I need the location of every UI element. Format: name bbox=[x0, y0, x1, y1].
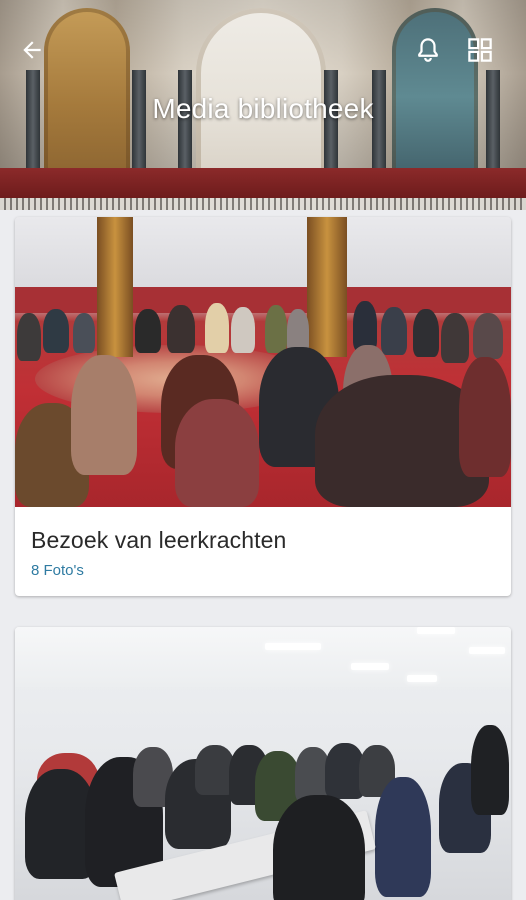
arrow-back-icon bbox=[23, 41, 41, 59]
album-card[interactable]: Bezoek van leerkrachten 8 Foto's bbox=[15, 217, 511, 596]
album-photo-count[interactable]: 8 Foto's bbox=[31, 562, 495, 579]
bell-icon bbox=[418, 38, 438, 62]
grid-view-icon bbox=[468, 38, 492, 62]
photo-mosque-hall bbox=[15, 217, 511, 507]
back-button[interactable] bbox=[14, 32, 50, 68]
notifications-button[interactable] bbox=[410, 32, 446, 68]
photo-dining-hall bbox=[15, 627, 511, 900]
header-carpet-decoration bbox=[0, 168, 526, 198]
header-banner: Media bibliotheek bbox=[0, 0, 526, 210]
album-title: Bezoek van leerkrachten bbox=[31, 527, 287, 553]
album-info: Bezoek van leerkrachten 8 Foto's bbox=[15, 507, 511, 579]
grid-view-button[interactable] bbox=[462, 32, 498, 68]
album-card[interactable] bbox=[15, 627, 511, 900]
album-cover-photo[interactable] bbox=[15, 217, 511, 507]
header-trim-decoration bbox=[0, 198, 526, 210]
album-cover-photo[interactable] bbox=[15, 627, 511, 900]
page-title: Media bibliotheek bbox=[152, 93, 374, 124]
